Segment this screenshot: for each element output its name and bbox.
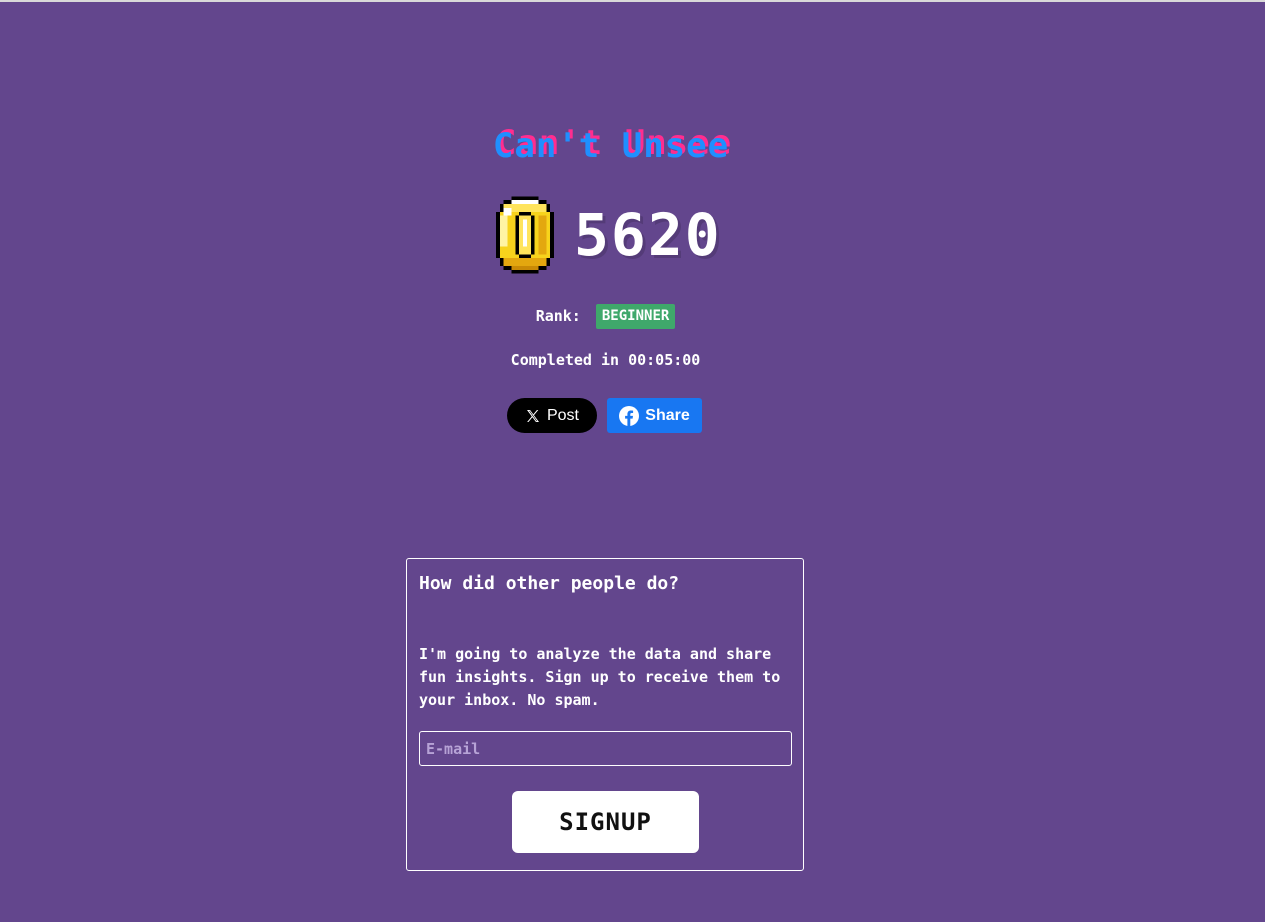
signup-button[interactable]: SIGNUP	[512, 791, 699, 853]
top-border	[0, 0, 1265, 2]
score-value: 5620	[574, 201, 722, 269]
completion-time: Completed in 00:05:00	[510, 351, 701, 369]
page-title: Can't Unsee	[492, 126, 730, 166]
rank-row: Rank: BEGINNER	[0, 304, 1211, 329]
rank-label: Rank:	[535, 307, 581, 325]
rank-badge: BEGINNER	[595, 304, 676, 329]
gold-coin-icon	[496, 196, 554, 274]
facebook-share-label: Share	[645, 406, 690, 424]
score-display: 5620	[496, 196, 722, 274]
x-post-label: Post	[546, 406, 579, 424]
x-post-button[interactable]: Post	[507, 398, 597, 433]
facebook-share-button[interactable]: Share	[607, 398, 702, 433]
signup-description: I'm going to analyze the data and share …	[419, 645, 781, 709]
share-buttons: Post Share	[507, 398, 702, 433]
signup-heading: How did other people do?	[419, 573, 680, 594]
email-input[interactable]	[419, 731, 792, 766]
x-logo-icon	[526, 409, 539, 422]
signup-panel: How did other people do? I'm going to an…	[406, 558, 804, 871]
facebook-logo-icon	[619, 405, 640, 426]
